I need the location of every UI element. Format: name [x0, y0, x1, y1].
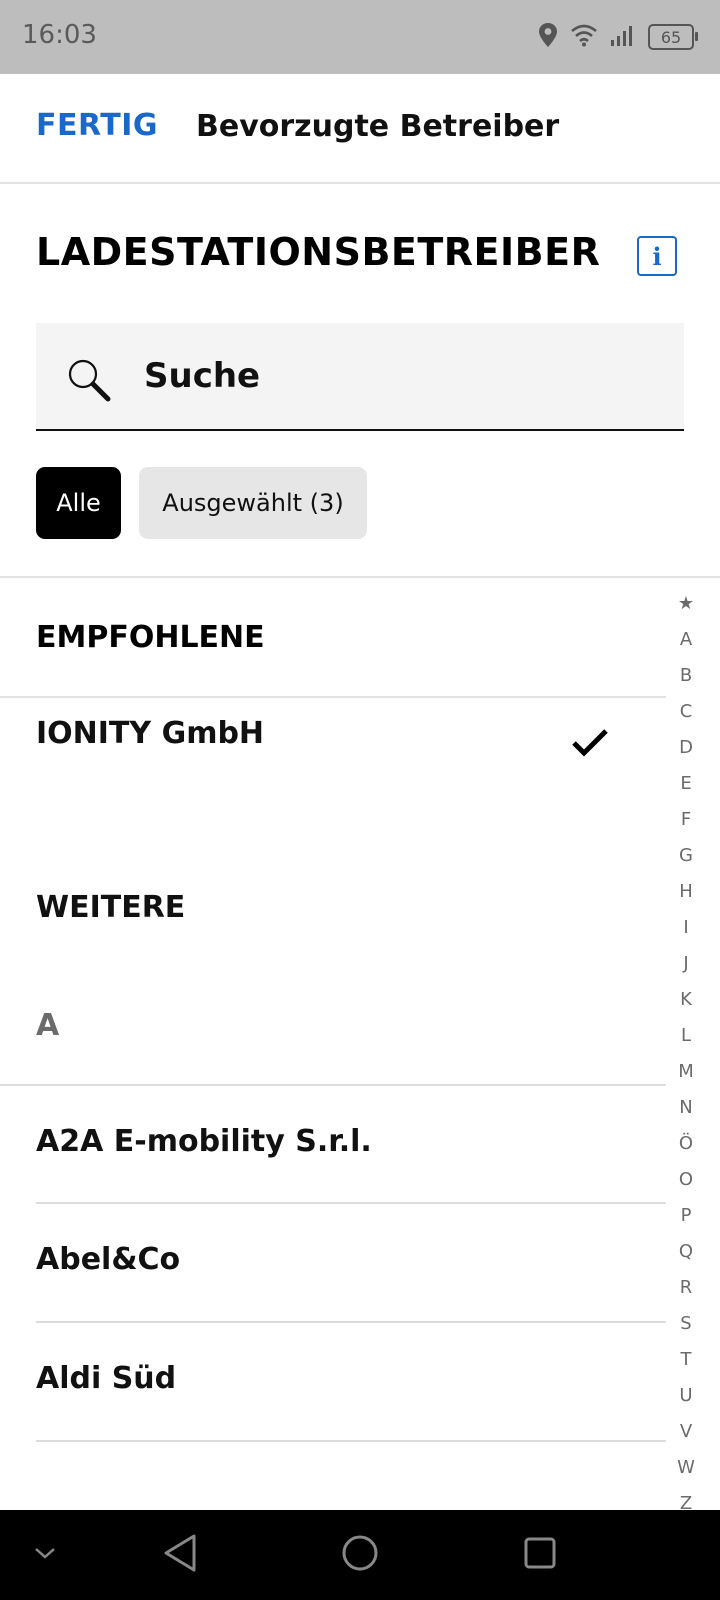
index-letter[interactable]: J	[666, 946, 706, 982]
index-letter[interactable]: P	[666, 1198, 706, 1234]
index-favorites-icon[interactable]: ★	[666, 586, 706, 622]
index-letter[interactable]: E	[666, 766, 706, 802]
operator-list[interactable]: EMPFOHLENE IONITY GmbH WEITERE A A2A E-m…	[0, 578, 666, 1508]
collapse-nav-button[interactable]	[20, 1510, 70, 1600]
list-item-label: A2A E-mobility S.r.l.	[36, 1124, 372, 1159]
status-icons: 65	[538, 22, 698, 52]
navigation-bar	[0, 1510, 720, 1600]
chevron-down-icon	[33, 1545, 57, 1565]
filter-selected-chip[interactable]: Ausgewählt (3)	[139, 467, 367, 539]
info-icon: i	[652, 241, 662, 271]
recents-square-icon	[522, 1535, 558, 1575]
recommended-header-label: EMPFOHLENE	[36, 620, 265, 655]
section-title: LADESTATIONSBETREIBER	[36, 230, 601, 274]
done-button[interactable]: FERTIG	[36, 108, 158, 143]
search-input[interactable]: Suche	[144, 356, 260, 396]
alphabet-index[interactable]: ★ A B C D E F G H I J K L M N Ö O P Q R S T U V W Z	[666, 586, 706, 1522]
index-letter[interactable]: I	[666, 910, 706, 946]
divider	[36, 1440, 666, 1442]
status-bar: 16:03 65	[0, 0, 720, 74]
index-letter[interactable]: T	[666, 1342, 706, 1378]
filter-all-chip[interactable]: Alle	[36, 467, 121, 539]
home-circle-icon	[340, 1533, 380, 1577]
search-icon	[66, 357, 112, 407]
index-letter[interactable]: N	[666, 1090, 706, 1126]
info-button[interactable]: i	[637, 236, 677, 276]
list-item-label: IONITY GmbH	[36, 716, 265, 751]
battery-icon: 65	[648, 24, 698, 50]
list-item-label: Abel&Co	[36, 1242, 181, 1277]
index-letter[interactable]: F	[666, 802, 706, 838]
checkmark-icon	[572, 728, 608, 762]
list-item-label: Aldi Süd	[36, 1361, 177, 1396]
index-letter[interactable]: A	[666, 622, 706, 658]
signal-icon	[610, 23, 636, 51]
list-item[interactable]: Abel&Co	[0, 1204, 666, 1322]
home-button[interactable]	[330, 1510, 390, 1600]
index-letter[interactable]: H	[666, 874, 706, 910]
index-letter[interactable]: G	[666, 838, 706, 874]
recommended-header: EMPFOHLENE	[0, 578, 666, 698]
location-icon	[538, 22, 558, 52]
index-letter[interactable]: K	[666, 982, 706, 1018]
index-letter[interactable]: B	[666, 658, 706, 694]
recents-button[interactable]	[510, 1510, 570, 1600]
more-header: WEITERE	[36, 890, 186, 925]
index-letter[interactable]: W	[666, 1450, 706, 1486]
index-letter[interactable]: S	[666, 1306, 706, 1342]
list-item[interactable]: IONITY GmbH	[0, 698, 666, 818]
search-field[interactable]: Suche	[36, 323, 684, 431]
status-time: 16:03	[22, 20, 97, 50]
back-triangle-icon	[162, 1533, 198, 1577]
index-letter[interactable]: U	[666, 1378, 706, 1414]
index-letter[interactable]: Q	[666, 1234, 706, 1270]
letter-section-header: A	[36, 1008, 60, 1043]
list-item[interactable]: Aldi Süd	[0, 1323, 666, 1441]
index-letter[interactable]: C	[666, 694, 706, 730]
wifi-icon	[570, 23, 598, 51]
index-letter[interactable]: D	[666, 730, 706, 766]
index-letter[interactable]: M	[666, 1054, 706, 1090]
index-letter[interactable]: O	[666, 1162, 706, 1198]
page-title: Bevorzugte Betreiber	[196, 109, 560, 144]
list-item[interactable]: A2A E-mobility S.r.l.	[0, 1086, 666, 1204]
index-letter[interactable]: R	[666, 1270, 706, 1306]
back-button[interactable]	[150, 1510, 210, 1600]
index-letter[interactable]: L	[666, 1018, 706, 1054]
index-letter[interactable]: V	[666, 1414, 706, 1450]
index-letter[interactable]: Ö	[666, 1126, 706, 1162]
battery-level: 65	[660, 27, 682, 47]
app-header: FERTIG Bevorzugte Betreiber	[0, 74, 720, 184]
